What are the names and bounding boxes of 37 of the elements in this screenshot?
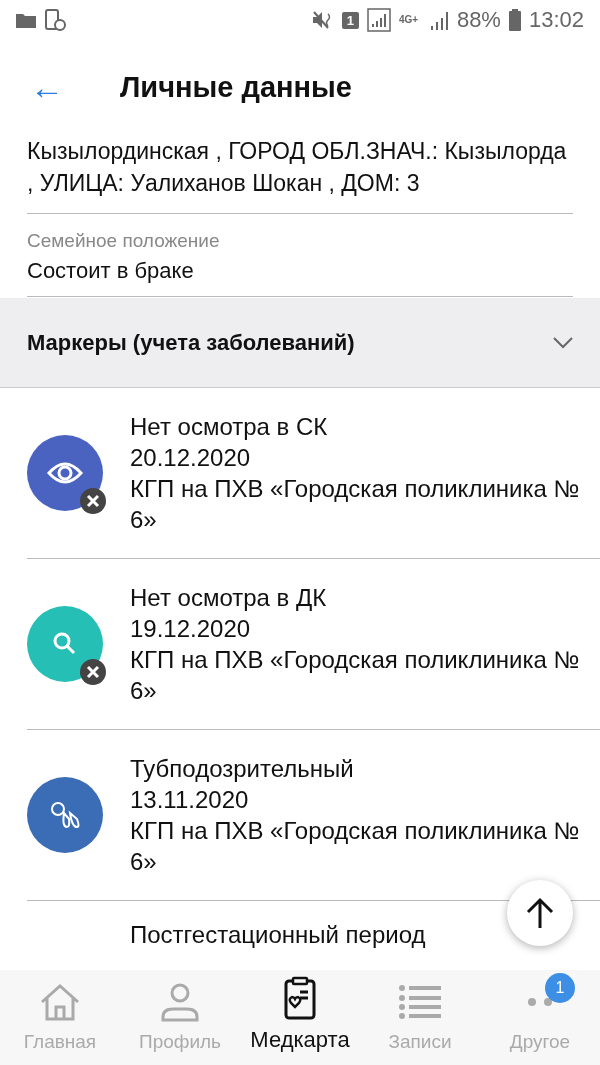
battery-icon bbox=[508, 9, 521, 31]
marker-organization: КГП на ПХВ «Городская поликлиника № 6» bbox=[130, 474, 581, 535]
person-icon bbox=[159, 982, 201, 1022]
marker-date: 13.11.2020 bbox=[130, 785, 250, 815]
scroll-top-button[interactable] bbox=[507, 880, 573, 946]
battery-percent: 88% bbox=[456, 7, 501, 33]
page-title: Личные данные bbox=[120, 71, 352, 104]
nav-tab[interactable]: Профиль bbox=[120, 970, 240, 1065]
clock: 13:02 bbox=[528, 7, 584, 33]
nav-tab[interactable]: Главная bbox=[0, 970, 120, 1065]
more-icon bbox=[527, 998, 553, 1006]
field-label: Семейное положение bbox=[27, 229, 221, 252]
signal-icon bbox=[366, 8, 391, 32]
home-icon bbox=[39, 983, 81, 1021]
marker-date: 19.12.2020 bbox=[130, 614, 252, 644]
nav-tab[interactable]: 1 Другое bbox=[480, 970, 600, 1065]
marker-title: Тубподозрительный bbox=[130, 754, 355, 784]
marker-organization: КГП на ПХВ «Городская поликлиника № 6» bbox=[130, 645, 581, 706]
arrow-up-icon bbox=[526, 897, 554, 929]
notification-badge: 1 bbox=[545, 973, 575, 1003]
address-text: Кызылординская , ГОРОД ОБЛ.ЗНАЧ.: Кызылорда , УЛИЦА: Уалиханов Шокан , ДОМ: 3 bbox=[27, 137, 568, 198]
network-label: 4G+ bbox=[398, 15, 420, 25]
marker-title: Нет осмотра в ДК bbox=[130, 583, 328, 613]
marker-title: Нет осмотра в СК bbox=[130, 412, 329, 442]
section-header[interactable]: Маркеры (учета заболеваний) bbox=[0, 298, 600, 388]
list-icon bbox=[399, 985, 441, 1019]
field-value: Состоит в браке bbox=[27, 257, 195, 285]
signal-icon bbox=[428, 9, 449, 31]
nav-tab[interactable]: Медкарта bbox=[240, 970, 360, 1065]
sim-badge: 1 bbox=[341, 11, 359, 29]
folder-icon bbox=[16, 12, 36, 28]
marker-date: 20.12.2020 bbox=[130, 443, 252, 473]
back-button[interactable]: ← bbox=[0, 68, 120, 107]
marker-title: Постгестационный период bbox=[130, 920, 427, 950]
marker-organization: КГП на ПХВ «Городская поликлиника № 6» bbox=[130, 816, 581, 877]
phone-clock-icon bbox=[44, 9, 66, 31]
nav-tab[interactable]: Записи bbox=[360, 970, 480, 1065]
